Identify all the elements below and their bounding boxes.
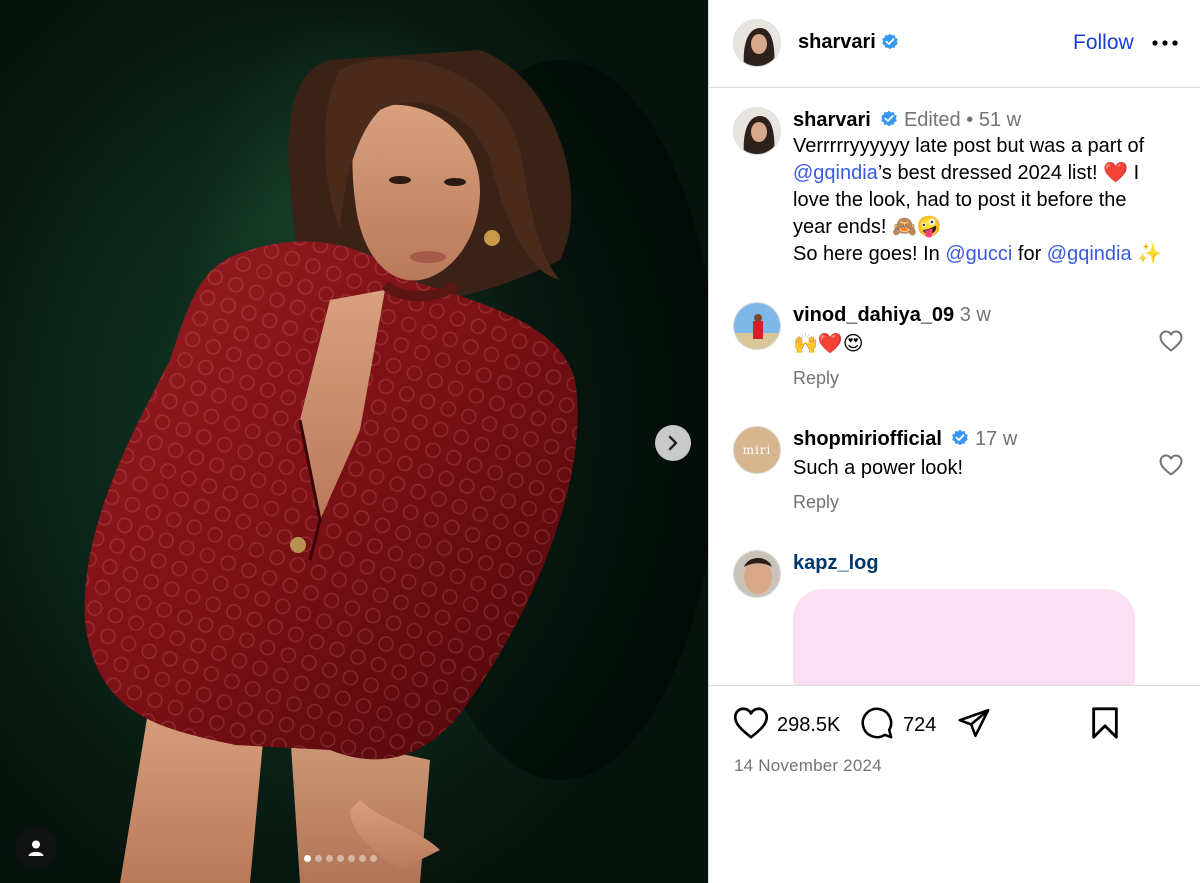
caption-username[interactable]: sharvari <box>793 109 871 131</box>
comment-text: Such a power look! <box>793 457 964 479</box>
carousel-dot <box>304 855 311 862</box>
like-button[interactable] <box>733 706 769 745</box>
mention-link[interactable]: @gqindia <box>1047 243 1132 265</box>
next-slide-button[interactable] <box>655 425 691 461</box>
meta-separator: • <box>966 109 974 131</box>
heart-icon <box>1159 454 1183 476</box>
comment-meta-line: kapz_log <box>793 551 1171 575</box>
comment-like-button[interactable] <box>1159 330 1183 357</box>
heart-icon <box>1159 330 1183 352</box>
bookmark-icon <box>1092 707 1118 739</box>
verified-badge-icon <box>881 110 898 126</box>
verified-badge <box>877 33 899 51</box>
save-button[interactable] <box>1090 706 1120 745</box>
carousel-dot <box>315 855 322 862</box>
author-username[interactable]: sharvari <box>798 31 876 54</box>
post-date[interactable]: 14 November 2024 <box>734 756 882 776</box>
comments-section[interactable]: sharvari Edited • 51 w Verrrrryyyyyy lat… <box>709 89 1200 685</box>
carousel-dot <box>326 855 333 862</box>
comment-age[interactable]: 3 w <box>960 304 991 326</box>
verified-badge-icon <box>952 429 969 445</box>
comment-meta-line: vinod_dahiya_09 3 w <box>793 303 1171 327</box>
caption-line: ✨ <box>1131 243 1163 265</box>
commenter-username[interactable]: shopmiriofficial <box>793 428 942 450</box>
post-header: sharvari Follow <box>709 0 1200 88</box>
share-button[interactable] <box>957 706 991 745</box>
carousel-dot <box>348 855 355 862</box>
follow-button[interactable]: Follow <box>1073 31 1134 55</box>
commenter-avatar[interactable] <box>733 550 781 598</box>
comment-text: 🙌❤️😍 <box>793 333 864 355</box>
author-avatar-image <box>734 20 780 66</box>
comment-button[interactable] <box>859 706 895 745</box>
chevron-right-icon <box>668 435 678 451</box>
caption-line: love the look, had to post it before the <box>793 189 1127 211</box>
user-tag-icon <box>28 840 44 856</box>
caption-text: Verrrrryyyyyy late post but was a part o… <box>793 133 1171 268</box>
more-options-button[interactable] <box>1152 32 1178 59</box>
post-media[interactable] <box>0 0 708 883</box>
comment-meta-line: shopmiriofficial 17 w <box>793 427 1171 451</box>
tagged-users-button[interactable] <box>15 827 57 869</box>
carousel-dot <box>370 855 377 862</box>
caption-line: for <box>1012 243 1047 265</box>
comments-count[interactable]: 724 <box>903 714 936 737</box>
comment-content: shopmiriofficial 17 w Such a power look!… <box>793 427 1171 513</box>
reply-button[interactable]: Reply <box>793 492 839 513</box>
likes-count[interactable]: 298.5K <box>777 714 840 737</box>
caption-content: sharvari Edited • 51 w Verrrrryyyyyy lat… <box>793 108 1171 268</box>
caption-author-avatar-image <box>734 108 780 154</box>
commenter-avatar-image <box>734 551 780 597</box>
heart-icon <box>733 707 769 739</box>
caption-line: year ends! 🙈🤪 <box>793 216 942 238</box>
commenter-avatar-logo: miri <box>742 443 772 457</box>
carousel-dot <box>337 855 344 862</box>
commenter-avatar[interactable]: miri <box>733 426 781 474</box>
carousel-indicator <box>304 855 377 862</box>
post-detail-panel: sharvari Follow sharvari Edited • 51 w V… <box>708 0 1200 883</box>
mention-link[interactable]: @gqindia <box>793 162 878 184</box>
post-actions: 298.5K 724 14 November 2024 <box>709 685 1200 883</box>
caption-line: ’s best dressed 2024 list! ❤️ I <box>877 162 1140 184</box>
commenter-username[interactable]: kapz_log <box>793 552 879 574</box>
caption-line: So here goes! In <box>793 243 946 265</box>
sticker-comment <box>793 589 1135 685</box>
post-photo <box>84 50 708 883</box>
comment-like-button[interactable] <box>1159 454 1183 481</box>
comment-content: vinod_dahiya_09 3 w 🙌❤️😍 Reply <box>793 303 1171 389</box>
reply-button[interactable]: Reply <box>793 368 839 389</box>
verified-badge-icon <box>882 33 898 50</box>
mention-link[interactable]: @gucci <box>945 243 1012 265</box>
commenter-username[interactable]: vinod_dahiya_09 <box>793 304 954 326</box>
author-avatar[interactable] <box>733 19 781 67</box>
caption-author-avatar[interactable] <box>733 107 781 155</box>
comment-age[interactable]: 17 w <box>975 428 1017 450</box>
commenter-avatar[interactable] <box>733 302 781 350</box>
caption-age[interactable]: 51 w <box>979 109 1021 131</box>
caption-meta-line: sharvari Edited • 51 w <box>793 108 1171 132</box>
edited-label: Edited <box>903 109 961 131</box>
paper-plane-icon <box>958 708 990 738</box>
comment-content: kapz_log <box>793 551 1171 575</box>
carousel-dot <box>359 855 366 862</box>
more-horizontal-icon <box>1152 40 1178 46</box>
caption-line: Verrrrryyyyyy late post but was a part o… <box>793 135 1145 157</box>
commenter-avatar-image <box>734 303 780 349</box>
comment-icon <box>861 707 893 739</box>
